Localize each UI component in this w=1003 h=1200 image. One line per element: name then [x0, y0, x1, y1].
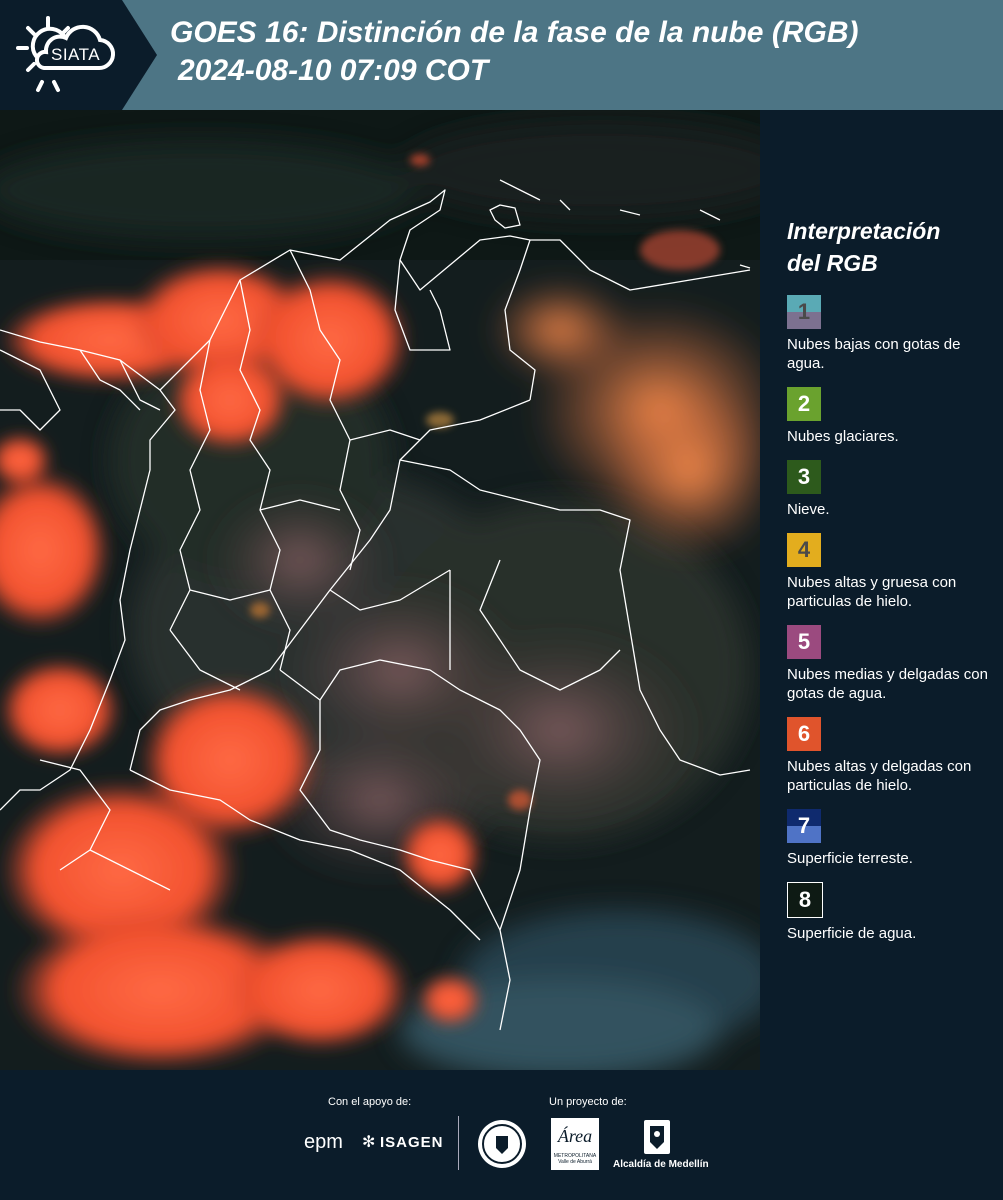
legend-number: 8: [798, 887, 812, 912]
legend-swatch-8: 8: [787, 882, 823, 918]
legend-item-7: 7 Superficie terreste.: [787, 809, 997, 868]
seal-icon: [478, 1120, 526, 1168]
legend-label: Superficie terreste.: [787, 850, 913, 867]
support-label: Con el apoyo de:: [328, 1096, 412, 1108]
legend-label: Nubes altas y gruesa con particulas de h…: [787, 574, 957, 610]
legend-swatch-6: 6: [787, 717, 821, 751]
area-main-text: Área: [557, 1126, 593, 1146]
legend-item-2: 2 Nubes glaciares.: [787, 387, 997, 446]
legend-item-5: 5 Nubes medias y delgadas con gotas de ag…: [787, 625, 997, 703]
legend-number: 2: [797, 391, 811, 416]
legend-item-1: 1 Nubes bajas con gotas de agua.: [787, 295, 997, 373]
legend-swatch-1: 1: [787, 295, 821, 329]
legend-item-6: 6 Nubes altas y delgadas con particulas d…: [787, 717, 997, 795]
legend-label: Nubes glaciares.: [787, 428, 899, 445]
legend-number: 5: [797, 629, 811, 654]
legend-item-3: 3 Nieve.: [787, 460, 997, 519]
rgb-satellite-image: [0, 110, 760, 1070]
legend-number: 4: [797, 537, 811, 562]
legend-items: 1 Nubes bajas con gotas de agua. 2 Nubes gl…: [787, 295, 997, 943]
project-label: Un proyecto de:: [549, 1096, 627, 1108]
area-sub-2: Valle de Aburrá: [558, 1159, 592, 1165]
alcaldia-shield-icon: [644, 1120, 670, 1154]
legend-swatch-7: 7: [787, 809, 821, 843]
legend-swatch-3: 3: [787, 460, 821, 494]
legend-title-line-2: del RGB: [787, 250, 878, 276]
legend-label: Superficie de agua.: [787, 925, 917, 942]
isagen-mark-icon: ✻: [362, 1134, 376, 1151]
legend-title-line-1: Interpretación: [787, 218, 941, 244]
legend-swatch-2: 2: [787, 387, 821, 421]
legend-swatch-5: 5: [787, 625, 821, 659]
legend-label: Nieve.: [787, 501, 830, 518]
title-line-1: GOES 16: Distinción de la fase de la nub…: [170, 16, 859, 49]
alcaldia-label: Alcaldía de Medellín: [613, 1159, 709, 1170]
logo-text: SIATA: [51, 45, 101, 64]
footer-divider: [458, 1116, 459, 1170]
legend-swatch-4: 4: [787, 533, 821, 567]
siata-logo: SIATA: [0, 0, 157, 110]
legend-label: Nubes medias y delgadas con gotas de agu…: [787, 666, 988, 702]
legend-number: 7: [797, 813, 811, 838]
legend-panel: Interpretación del RGB 1 Nubes bajas con …: [787, 215, 997, 957]
area-metropolitana-logo: Área METROPOLITANA Valle de Aburrá: [551, 1118, 599, 1170]
satellite-map: [0, 110, 760, 1070]
isagen-logo: ISAGEN: [380, 1134, 444, 1151]
legend-label: Nubes bajas con gotas de agua.: [787, 336, 961, 372]
header-bar: SIATA GOES 16: Distinción de la fase de …: [0, 0, 1003, 110]
legend-number: 6: [797, 721, 811, 746]
legend-item-8: 8 Superficie de agua.: [787, 882, 997, 943]
legend-number: 3: [797, 464, 811, 489]
legend-number: 1: [797, 299, 811, 324]
legend-item-4: 4 Nubes altas y gruesa con particulas de …: [787, 533, 997, 611]
page-title: GOES 16: Distinción de la fase de la nub…: [170, 14, 858, 90]
title-line-2: 2024-08-10 07:09 COT: [178, 54, 489, 87]
footer-bar: Con el apoyo de: Un proyecto de: epm ✻ I…: [0, 1070, 1003, 1200]
legend-label: Nubes altas y delgadas con particulas de…: [787, 758, 972, 794]
legend-title: Interpretación del RGB: [787, 215, 997, 279]
epm-logo: epm: [304, 1131, 343, 1153]
